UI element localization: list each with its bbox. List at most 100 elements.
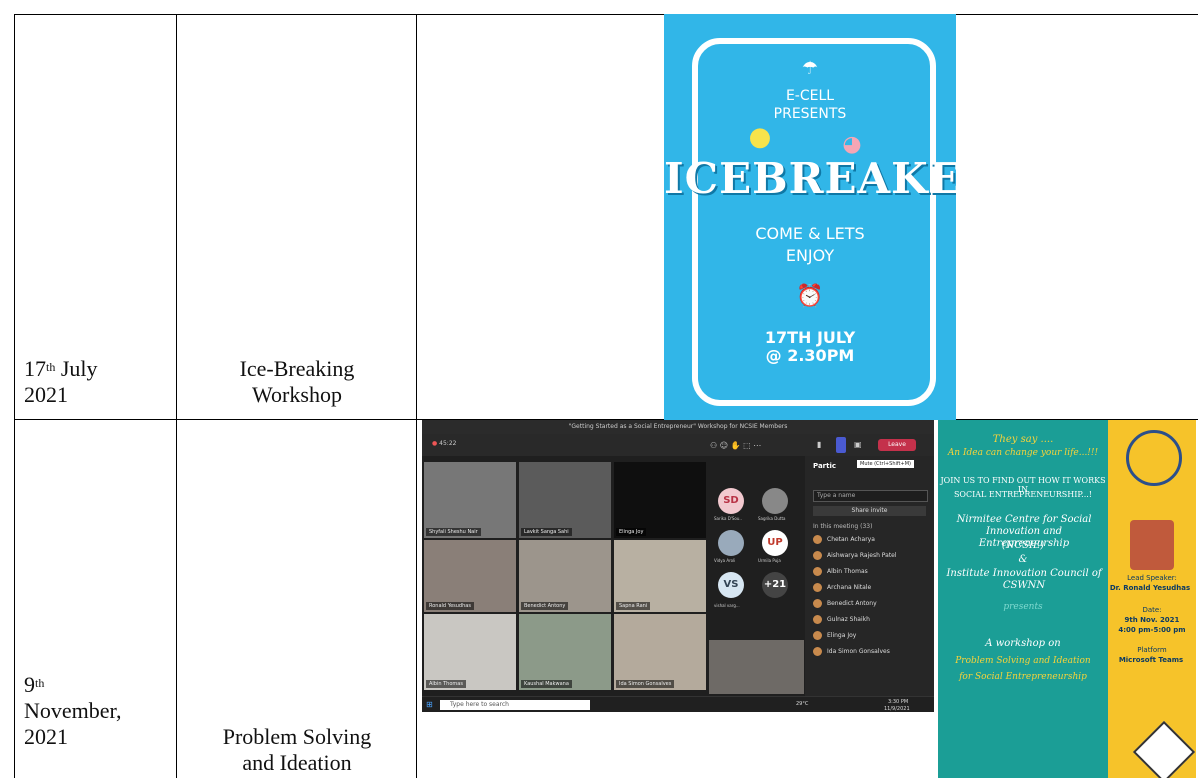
video-tile: Shyfali Sheshu Nair (424, 462, 516, 538)
avatar (813, 631, 822, 640)
avatar-initials: VS (723, 579, 739, 590)
tile-name: Benedict Antony (521, 602, 569, 610)
participant-row: Chetan Acharya (813, 534, 925, 546)
poster-headline: ICEBREAKER (664, 154, 956, 203)
avatar: VS (718, 572, 744, 598)
speaker-photo (1130, 520, 1174, 570)
row1-title-line1: Ice-Breaking (239, 356, 355, 381)
record-icon: ● (432, 440, 438, 447)
participant-row: Albin Thomas (813, 566, 925, 578)
participant-name: Albin Thomas (827, 568, 868, 575)
avatar (813, 535, 822, 544)
windows-start-icon: ⊞ (426, 700, 433, 709)
platform-label: Platform (1137, 646, 1167, 654)
avatar (813, 567, 822, 576)
row2-date-suffix: th (35, 676, 45, 690)
avatar-initials: SD (723, 495, 739, 506)
institution-logo-icon (1126, 430, 1182, 486)
video-tile: Albin Thomas (424, 614, 516, 690)
col-divider-1 (176, 14, 177, 778)
participant-search: Type a name (813, 490, 928, 502)
toolbar-icons: ⚇ ☺ ✋ ⬚ ⋯ (710, 441, 762, 450)
row2-date-day: 9 (24, 672, 35, 697)
clock-icon: ⏰ (796, 284, 824, 309)
participant-row: Aishwarya Rajesh Patel (813, 550, 925, 562)
participant-name: Archana Nitale (827, 584, 872, 591)
video-tile: Benedict Antony (519, 540, 611, 612)
participant-row: Ida Simon Gonsalves (813, 646, 925, 658)
avatar-label: Vidya Aroli (714, 558, 736, 563)
taskbar-date: 11/9/2021 (884, 706, 910, 712)
participant-name: Aishwarya Rajesh Patel (827, 552, 897, 559)
tile-name: Lavkit Sanga Sahi (521, 528, 572, 536)
avatar-label: Urmila Puja (758, 558, 781, 563)
avatar-initials: UP (767, 537, 783, 548)
row1-title: Ice-Breaking Workshop (178, 356, 416, 408)
poster-line2: PRESENTS (773, 106, 847, 122)
windows-taskbar: ⊞ Type here to search 29°C 3:30 PM 11/9/… (422, 696, 934, 712)
avatar (718, 530, 744, 556)
avatar (813, 615, 822, 624)
participant-name: Gulnaz Shaikh (827, 616, 870, 623)
avatar (762, 488, 788, 514)
section-label: In this meeting (33) (813, 523, 873, 530)
share-invite-button: Share invite (813, 506, 926, 516)
poster-amp: & (1018, 554, 1028, 565)
date-label: Date: (1142, 606, 1162, 614)
avatar: SD (718, 488, 744, 514)
poster-org1-abbr: (NCSIE) (1001, 540, 1045, 551)
timer-text: 45:22 (439, 440, 457, 447)
tile-name: Shyfali Sheshu Nair (426, 528, 481, 536)
video-tile: Sapna Rani (614, 540, 706, 612)
participant-name: Benedict Antony (827, 600, 877, 607)
umbrella-icon: ☂ (801, 58, 819, 79)
poster-line1: E-CELL (785, 88, 835, 104)
poster-date: 17TH JULY (764, 328, 856, 347)
taskbar-search: Type here to search (440, 700, 590, 710)
avatar (813, 583, 822, 592)
row1-date-suffix: th (46, 360, 56, 374)
avatar (813, 647, 822, 656)
participant-row: Elinga Joy (813, 630, 925, 642)
participant-name: Chetan Acharya (827, 536, 875, 543)
poster-line3: COME & LETS (755, 224, 865, 243)
video-tile: Elinga Joy (614, 462, 706, 538)
lead-name: Dr. Ronald Yesudhas (1109, 584, 1191, 592)
date-value: 9th Nov. 2021 (1124, 616, 1180, 624)
poster-line7: for Social Entrepreneurship (959, 672, 1087, 682)
table-top-border (14, 14, 1198, 15)
participant-name: Elinga Joy (827, 632, 857, 639)
video-tile: Ronald Yesudhas (424, 540, 516, 612)
leave-button: Leave (878, 439, 916, 451)
poster-line4: ENJOY (785, 246, 835, 265)
row1-date: 17th July 2021 (24, 356, 174, 408)
poster-org2: Institute Innovation Council of CSWNN (946, 568, 1102, 591)
row2-title-line2: and Ideation (242, 750, 352, 775)
poster-presents: presents (1003, 602, 1043, 612)
poster-line2: An Idea can change your life...!!! (947, 448, 1099, 458)
participant-row: Gulnaz Shaikh (813, 614, 925, 626)
poster-line4: SOCIAL ENTREPRENEURSHIP...! (953, 490, 1093, 499)
participant-row: Archana Nitale (813, 582, 925, 594)
video-tile: Lavkit Sanga Sahi (519, 462, 611, 538)
row1-date-day: 17 (24, 356, 46, 381)
icebreaker-poster: ☂ E-CELL PRESENTS ● ◕ ICEBREAKER COME & … (664, 14, 956, 420)
tile-name: Elinga Joy (616, 528, 647, 536)
poster-line1: They say .... (992, 434, 1054, 445)
avatar-label: vishal varg... (714, 603, 740, 608)
time-value: 4:00 pm-5:00 pm (1118, 626, 1186, 634)
meeting-timer: ● 45:22 (432, 440, 456, 447)
video-tile: Kaushal Makwana (519, 614, 611, 690)
teams-meeting-screenshot: "Getting Started as a Social Entrepreneu… (422, 420, 934, 712)
lead-label: Lead Speaker: (1127, 574, 1177, 582)
camera-icon: ▮ (817, 440, 822, 449)
row2-date-year: 2021 (24, 724, 68, 749)
tile-name: Ronald Yesudhas (426, 602, 474, 610)
avatar: UP (762, 530, 788, 556)
row2-date-month: November, (24, 698, 122, 723)
col-divider-2 (416, 14, 417, 778)
taskbar-weather: 29°C (796, 701, 809, 707)
mic-icon (836, 437, 846, 453)
tile-name: Sapna Rani (616, 602, 651, 610)
mute-tooltip: Mute (Ctrl+Shift+M) (857, 460, 914, 468)
